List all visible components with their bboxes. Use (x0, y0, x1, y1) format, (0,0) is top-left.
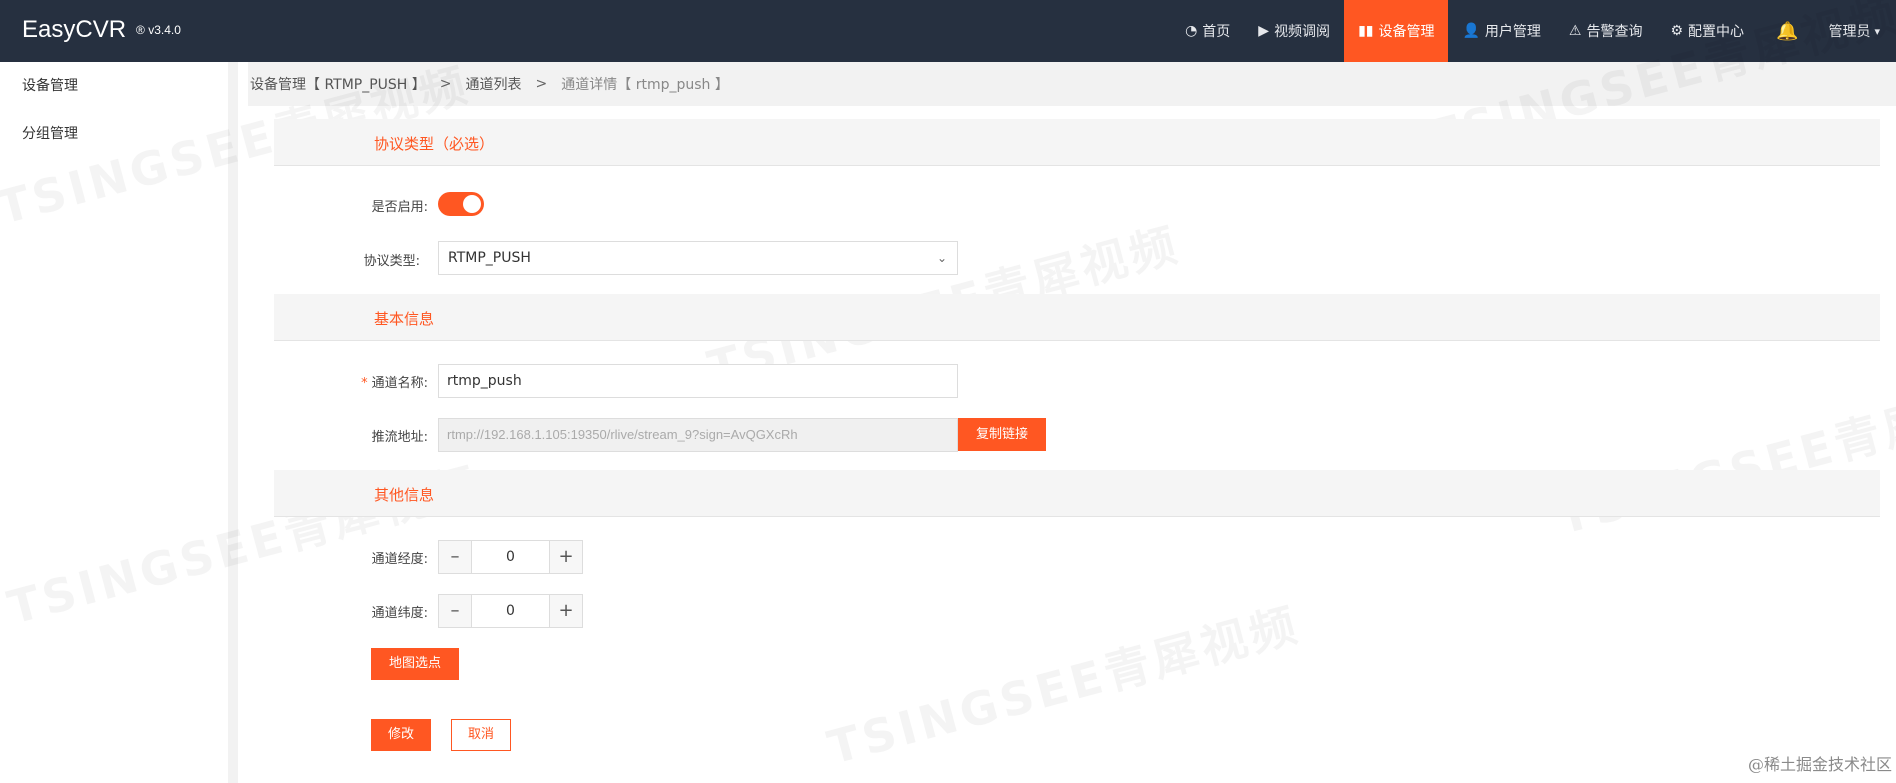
chevron-down-icon: ⌄ (936, 251, 947, 265)
submit-button[interactable]: 修改 (371, 719, 431, 751)
play-circle-icon: ▶ (1258, 23, 1270, 39)
latitude-value[interactable]: 0 (472, 595, 549, 627)
nav-item-label: 用户管理 (1484, 24, 1541, 40)
top-navbar: EasyCVR ® v3.4.0 ◔ 首页 ▶ 视频调阅 ▮▮ 设备管理 👤 用户… (0, 0, 1896, 62)
latitude-increment-button[interactable]: + (549, 595, 582, 627)
channel-name-label: * 通道名称: (308, 372, 428, 391)
latitude-label: 通道纬度: (371, 606, 428, 621)
toggle-knob (463, 195, 481, 213)
nav-item-home[interactable]: ◔ 首页 (1171, 0, 1244, 62)
breadcrumb-separator: > (439, 76, 452, 92)
nav-item-label: 告警查询 (1586, 24, 1643, 40)
breadcrumb-channel-list[interactable]: 通道列表 (466, 74, 522, 94)
nav-item-label: 首页 (1202, 24, 1231, 40)
protocol-select-value: RTMP_PUSH (448, 250, 531, 266)
longitude-increment-button[interactable]: + (549, 541, 582, 573)
section-other: 其他信息 (274, 470, 1880, 517)
longitude-stepper: – 0 + (438, 540, 583, 574)
user-menu[interactable]: 管理员 ▾ (1816, 0, 1896, 62)
user-icon: 👤 (1462, 23, 1480, 39)
brand-name: EasyCVR (22, 16, 127, 43)
book-icon: ▮▮ (1358, 23, 1374, 39)
cancel-button[interactable]: 取消 (451, 719, 511, 751)
nav-item-users[interactable]: 👤 用户管理 (1448, 0, 1554, 62)
copy-link-button[interactable]: 复制链接 (958, 418, 1046, 451)
gear-icon: ⚙ (1670, 23, 1684, 39)
sidebar-item-label: 设备管理 (22, 78, 78, 94)
dashboard-icon: ◔ (1185, 23, 1198, 39)
notification-bell[interactable]: 🔔 (1758, 0, 1816, 62)
push-url-label: 推流地址: (371, 430, 428, 445)
version-label: ® v3.4.0 (136, 23, 181, 37)
breadcrumb-device[interactable]: 设备管理【 RTMP_PUSH 】 (250, 74, 426, 94)
section-protocol: 协议类型（必选） (274, 119, 1880, 166)
map-pick-button[interactable]: 地图选点 (371, 648, 459, 680)
enabled-toggle[interactable] (438, 192, 484, 216)
latitude-stepper: – 0 + (438, 594, 583, 628)
channel-name-label-text: 通道名称: (371, 376, 428, 391)
channel-name-input[interactable]: rtmp_push (438, 364, 958, 398)
sidebar-item-label: 分组管理 (22, 126, 78, 142)
chevron-down-icon: ▾ (1874, 24, 1880, 38)
section-basic: 基本信息 (274, 294, 1880, 341)
nav-item-devices[interactable]: ▮▮ 设备管理 (1344, 0, 1449, 62)
sidebar: 设备管理 分组管理 (0, 62, 238, 783)
sidebar-item-groups[interactable]: 分组管理 (0, 110, 228, 158)
breadcrumb-separator: > (535, 76, 548, 92)
enabled-label: 是否启用: (371, 200, 428, 215)
nav-item-label: 配置中心 (1688, 24, 1745, 40)
required-marker: * (361, 376, 368, 391)
alarm-icon: ⚠ (1568, 23, 1582, 39)
latitude-decrement-button[interactable]: – (439, 595, 472, 627)
section-title: 协议类型（必选） (374, 135, 495, 153)
nav-item-video[interactable]: ▶ 视频调阅 (1244, 0, 1344, 62)
user-name: 管理员 (1828, 24, 1871, 40)
breadcrumb-channel-detail: 通道详情【 rtmp_push 】 (561, 77, 729, 93)
push-url-input[interactable]: rtmp://192.168.1.105:19350/rlive/stream_… (438, 418, 958, 452)
breadcrumb: 设备管理【 RTMP_PUSH 】 > 通道列表 > 通道详情【 rtmp_pu… (248, 62, 1896, 106)
protocol-select[interactable]: RTMP_PUSH ⌄ (438, 241, 958, 275)
nav-item-alarms[interactable]: ⚠ 告警查询 (1555, 0, 1657, 62)
nav-item-label: 视频调阅 (1274, 24, 1331, 40)
bell-icon: 🔔 (1776, 20, 1799, 42)
brand-logo: EasyCVR ® v3.4.0 (22, 16, 181, 44)
longitude-value[interactable]: 0 (472, 541, 549, 573)
main-nav: ◔ 首页 ▶ 视频调阅 ▮▮ 设备管理 👤 用户管理 ⚠ 告警查询 ⚙ 配置中心… (1171, 0, 1896, 62)
nav-item-config[interactable]: ⚙ 配置中心 (1656, 0, 1758, 62)
nav-item-label: 设备管理 (1378, 24, 1435, 40)
longitude-decrement-button[interactable]: – (439, 541, 472, 573)
longitude-label: 通道经度: (371, 552, 428, 567)
protocol-label: 协议类型: (363, 254, 420, 269)
section-title: 基本信息 (374, 310, 435, 328)
section-title: 其他信息 (374, 486, 435, 504)
source-credit: @稀土掘金技术社区 (1747, 755, 1892, 774)
sidebar-item-devices[interactable]: 设备管理 (0, 62, 228, 110)
